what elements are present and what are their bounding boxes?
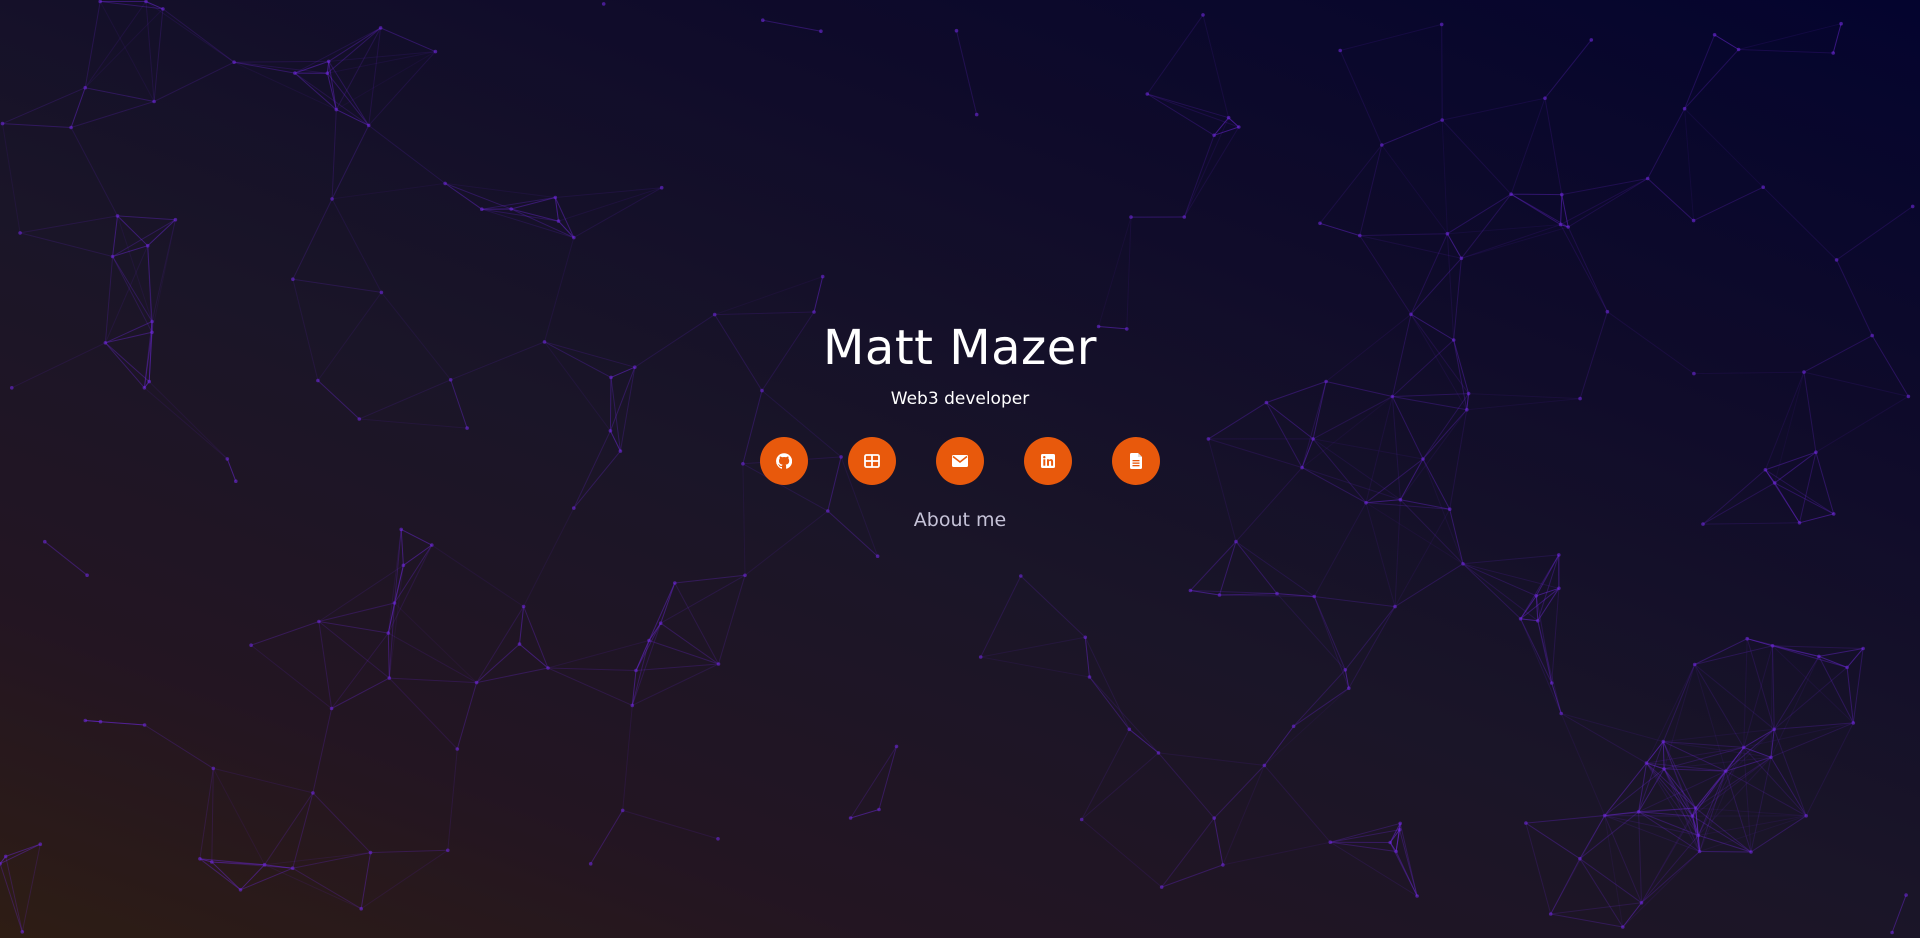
linkedin-button[interactable]: [1024, 437, 1072, 485]
github-button[interactable]: [760, 437, 808, 485]
social-links: [0, 437, 1920, 485]
page-title: Matt Mazer: [822, 320, 1097, 376]
about-me-link[interactable]: About me: [914, 509, 1006, 531]
github-icon: [776, 453, 792, 469]
email-button[interactable]: [936, 437, 984, 485]
resume-button[interactable]: [1112, 437, 1160, 485]
envelope-icon: [952, 455, 968, 467]
about-link-container: About me: [0, 508, 1920, 532]
tagline: Web3 developer: [890, 389, 1030, 409]
document-icon: [1130, 453, 1142, 469]
linkedin-icon: [1041, 454, 1055, 468]
portfolio-button[interactable]: [848, 437, 896, 485]
grid-icon: [864, 454, 880, 468]
